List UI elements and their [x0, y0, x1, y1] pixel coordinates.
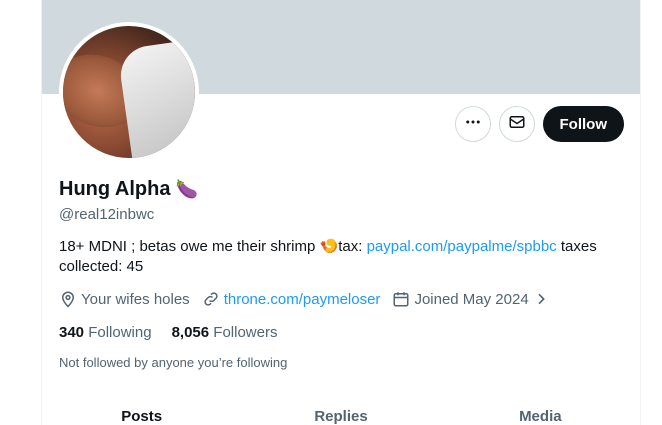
website: throne.com/paymeloser: [202, 290, 381, 308]
eggplant-emoji: 🍆: [175, 179, 198, 199]
profile-tabs: Posts Replies Media: [42, 395, 640, 425]
chevron-right-icon: [533, 291, 549, 307]
follow-counts: 340 Following 8,056 Followers: [59, 324, 277, 341]
display-name: Hung Alpha: [59, 178, 171, 200]
location-pin-icon: [59, 290, 77, 308]
user-handle: @real12inbwc: [59, 206, 155, 223]
name-row: Hung Alpha 🍆: [59, 178, 198, 201]
message-button[interactable]: [498, 106, 535, 142]
joined-date[interactable]: Joined May 2024: [392, 290, 548, 308]
avatar[interactable]: [59, 22, 199, 162]
link-icon: [202, 290, 220, 308]
profile-actions: Follow: [454, 106, 624, 142]
avatar-image: [63, 26, 195, 158]
website-link[interactable]: throne.com/paymeloser: [224, 291, 381, 308]
bio-link[interactable]: paypal.com/paypalme/spbbc: [367, 238, 557, 255]
followers-count[interactable]: 8,056 Followers: [172, 324, 278, 341]
more-icon: [464, 113, 482, 136]
tab-replies[interactable]: Replies: [241, 395, 440, 425]
location: Your wifes holes: [59, 290, 190, 308]
followed-by-note: Not followed by anyone you’re following: [59, 355, 288, 370]
more-button[interactable]: [454, 106, 491, 142]
calendar-icon: [392, 290, 410, 308]
profile-meta: Your wifes holes throne.com/paymeloser J…: [59, 290, 549, 308]
profile-bio: 18+ MDNI ; betas owe me their shrimp 🍤ta…: [59, 238, 597, 275]
follow-button[interactable]: Follow: [542, 106, 624, 142]
tab-posts[interactable]: Posts: [42, 395, 241, 425]
following-count[interactable]: 340 Following: [59, 324, 152, 341]
tab-media[interactable]: Media: [441, 395, 640, 425]
mail-icon: [508, 113, 526, 136]
shrimp-emoji: 🍤: [319, 238, 339, 255]
profile-column: Follow Hung Alpha 🍆 @real12inbwc 18+ MDN…: [41, 0, 641, 425]
